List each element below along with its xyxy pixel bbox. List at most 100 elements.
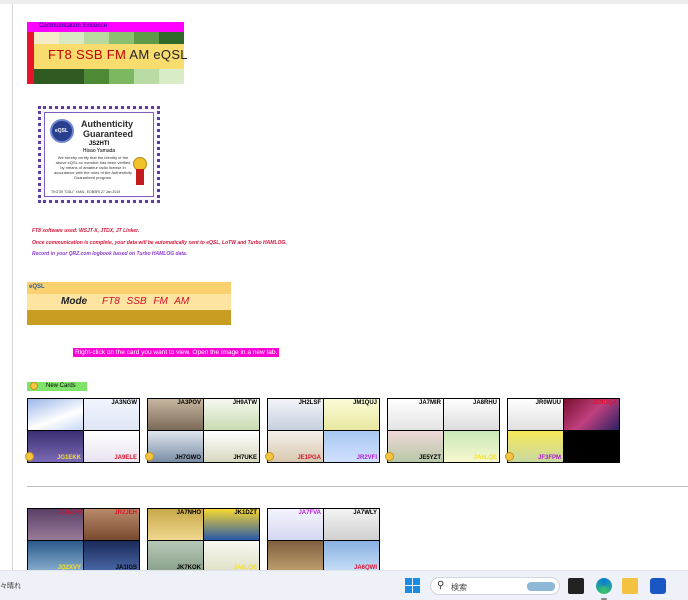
qsl-card-thumbnail[interactable]: JA3NGW <box>84 399 139 430</box>
qsl-card-thumbnail[interactable]: JA6LQE <box>444 431 499 462</box>
card-callsign: JH7GWO <box>174 455 201 461</box>
qsl-card-thumbnail[interactable]: JH7GWO <box>148 431 203 462</box>
qsl-card-thumbnail[interactable]: JK1DZT <box>204 509 259 540</box>
authenticity-certificate[interactable]: eQSL Authenticity Guaranteed JS2HTI Hisa… <box>38 106 160 203</box>
banner-color-strip-top <box>34 32 184 44</box>
info-qrz: Record in your QRZ.com logbook based on … <box>32 251 188 257</box>
banner-title-eqsl: eQSL <box>153 47 188 62</box>
qsl-card-thumbnail[interactable]: JA7WLY <box>324 509 379 540</box>
mode-box: eQSL Mode FT8 SSB FM AM <box>27 282 231 325</box>
card-callsign: JA7WLY <box>353 510 377 516</box>
qsl-card-thumbnail[interactable]: JR0WUU <box>508 399 563 430</box>
card-tiles: JA7NDN JR2JEH JQ2XVY JA1IGS <box>27 508 140 573</box>
banner-top-swatch-2 <box>59 32 84 44</box>
card-callsign: JM1QUJ <box>352 400 377 406</box>
certificate-title-2: Guaranteed <box>83 129 134 139</box>
card-callsign: JA3NGW <box>111 400 137 406</box>
task-view-icon[interactable] <box>568 578 584 594</box>
card-callsign: JE1PGA <box>297 455 321 461</box>
qsl-card-thumbnail[interactable]: JE1PGA <box>268 431 323 462</box>
card-tiles: JA7NHO JK1DZT JK7KOK JA8LQE <box>147 508 260 573</box>
eqsl-seal-icon: eQSL <box>50 119 74 143</box>
right-click-notice: Right-click on the card you want to view… <box>73 348 280 357</box>
certificate-footer: TKG'39 "GGLI" YAML, EOBSRI 27 Jan 2019 <box>51 190 121 194</box>
card-callsign: JA7NHO <box>176 510 201 516</box>
qsl-card-thumbnail[interactable]: JF3FPM <box>508 431 563 462</box>
card-callsign: JA3POV <box>177 400 201 406</box>
banner-title-area: FT8 SSB FM AM eQSL <box>34 44 188 69</box>
qsl-card-thumbnail[interactable]: JA3POV <box>148 399 203 430</box>
qsl-card-thumbnail[interactable]: JA7FVA <box>268 509 323 540</box>
certificate-title-1: Authenticity <box>81 119 134 129</box>
mode-header: eQSL <box>27 282 231 294</box>
qsl-card-thumbnail[interactable]: JA7MIR <box>388 399 443 430</box>
qsl-card-thumbnail[interactable]: JR2JEH <box>84 509 139 540</box>
card-callsign: JA7NDN <box>56 510 81 516</box>
card-callsign: JE9OQA <box>592 400 617 406</box>
banner-title-fm: FM <box>106 47 127 62</box>
qsl-card-thumbnail[interactable]: JG1EKK <box>28 431 83 462</box>
banner-title: FT8 SSB FM AM eQSL <box>48 47 188 62</box>
certificate-body: We hereby certify that the identity of t… <box>53 155 133 180</box>
new-cards-badge: New Cards <box>27 382 87 391</box>
card-tiles: JA3POV JH9ATW JH7GWO JH7UKE <box>147 398 260 463</box>
section-divider <box>27 486 688 487</box>
card-group: JA7MIR JA8RHU JE5YZT JA6LQE <box>385 398 500 463</box>
banner-top-swatch-3 <box>84 32 109 44</box>
card-callsign: JA9ELE <box>114 455 137 461</box>
qsl-card-thumbnail[interactable]: JR2VFI <box>324 431 379 462</box>
certificate-callsign: JS2HTI <box>88 141 110 147</box>
qsl-card-thumbnail[interactable]: JA6QWI <box>324 541 379 572</box>
card-callsign: JA7MIR <box>418 400 441 406</box>
weather-widget[interactable]: 々晴れ <box>0 581 21 591</box>
qsl-card-thumbnail[interactable]: JH2LSF <box>268 399 323 430</box>
banner-top-swatch-1 <box>34 32 59 44</box>
banner-bottom-swatch-6 <box>159 69 184 84</box>
card-group: JR0WUU JE9OQA JF3FPM <box>505 398 620 463</box>
banner-top-swatch-4 <box>109 32 134 44</box>
header-banner: Communication Evidence FT8 SSB FM AM eQS… <box>27 22 188 84</box>
banner-side-bar <box>27 32 34 84</box>
qsl-card-thumbnail[interactable]: JE9OQA <box>564 399 619 430</box>
windows-start-icon[interactable] <box>405 578 421 594</box>
smiley-icon <box>30 382 38 390</box>
card-callsign: JF3FPM <box>537 455 561 461</box>
qsl-card-thumbnail[interactable]: JE5YZT <box>388 431 443 462</box>
edge-browser-icon[interactable] <box>596 578 612 594</box>
qsl-card-thumbnail[interactable]: JH9ATW <box>204 399 259 430</box>
taskbar-search[interactable]: ⚲ 検索 <box>430 577 560 595</box>
card-group: JH2LSF JM1QUJ JE1PGA JR2VFI <box>265 398 380 463</box>
mode-label: Mode <box>61 296 88 307</box>
qsl-card-thumbnail[interactable]: JA1IGS <box>84 541 139 572</box>
qsl-card-thumbnail[interactable]: JK7KOK <box>148 541 203 572</box>
banner-title-ssb: SSB <box>75 47 103 62</box>
qsl-card-thumbnail[interactable]: JM1QUJ <box>324 399 379 430</box>
card-callsign: JA7FVA <box>298 510 321 516</box>
card-callsign: JR2JEH <box>114 510 137 516</box>
qsl-card-thumbnail[interactable]: JQ2XVY <box>28 541 83 572</box>
qsl-card-thumbnail[interactable]: JA8RHU <box>444 399 499 430</box>
qsl-card-thumbnail[interactable]: JA8LQE <box>204 541 259 572</box>
qsl-card-thumbnail[interactable]: JA7NHO <box>148 509 203 540</box>
certificate-name: Hisao Yamada <box>82 148 116 154</box>
smiley-icon <box>145 452 154 461</box>
card-group: JA7FVA JA7WLY JA6QWI <box>267 508 380 573</box>
banner-bottom-swatch-4 <box>109 69 134 84</box>
card-group: JA7NHO JK1DZT JK7KOK JA8LQE <box>147 508 260 573</box>
mode-header-text: eQSL <box>29 284 45 290</box>
seal-text: eQSL <box>55 128 69 134</box>
store-app-icon[interactable] <box>650 578 666 594</box>
card-group: JA3NGW JG1EKK JA9ELE <box>25 398 140 463</box>
qsl-card-thumbnail[interactable]: JA9ELE <box>84 431 139 462</box>
card-callsign: JR0WUU <box>535 400 561 406</box>
qsl-card-thumbnail[interactable] <box>268 541 323 572</box>
banner-bottom-swatch-1 <box>34 69 59 84</box>
card-row-2: JA7NDN JR2JEH JQ2XVY JA1IGS JA7NHO JK1DZT JK7K… <box>27 508 387 573</box>
qsl-card-thumbnail[interactable] <box>28 399 83 430</box>
card-callsign: JG1EKK <box>56 455 81 461</box>
qsl-card-thumbnail[interactable] <box>564 431 619 462</box>
mode-footer <box>27 310 231 325</box>
file-explorer-icon[interactable] <box>622 578 638 594</box>
qsl-card-thumbnail[interactable]: JH7UKE <box>204 431 259 462</box>
qsl-card-thumbnail[interactable]: JA7NDN <box>28 509 83 540</box>
